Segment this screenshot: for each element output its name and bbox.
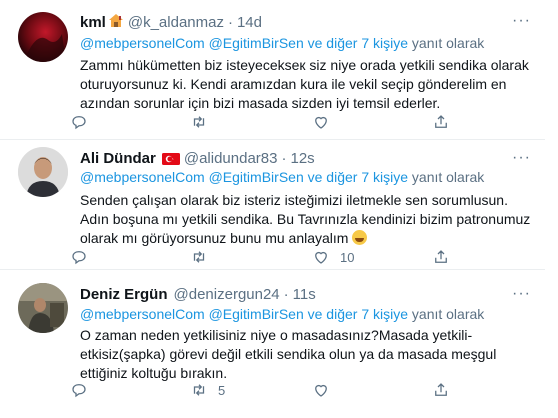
avatar[interactable] bbox=[18, 12, 68, 62]
like-button[interactable] bbox=[312, 381, 340, 399]
reply-icon bbox=[72, 384, 86, 398]
action-bar: 5 bbox=[70, 381, 490, 401]
reply-context: @mebpersonelCom @EgitimBirSen ve diğer 7… bbox=[80, 306, 484, 322]
share-button[interactable] bbox=[432, 248, 450, 266]
display-name[interactable]: kml bbox=[80, 14, 106, 31]
avatar-image bbox=[18, 147, 68, 197]
more-icon[interactable]: ··· bbox=[512, 285, 531, 303]
reply-mentions[interactable]: @mebpersonelCom @EgitimBirSen bbox=[80, 306, 304, 322]
reply-mentions[interactable]: @mebpersonelCom @EgitimBirSen bbox=[80, 169, 304, 185]
retweet-icon bbox=[193, 116, 205, 128]
grinning-emoji-icon bbox=[352, 230, 368, 245]
share-button[interactable] bbox=[432, 381, 450, 399]
timestamp[interactable]: 11s bbox=[293, 286, 316, 303]
handle[interactable]: @k_aldanmaz bbox=[128, 14, 224, 31]
retweet-button[interactable] bbox=[190, 248, 218, 266]
handle[interactable]: @denizergun24 bbox=[174, 286, 280, 303]
display-name[interactable]: Deniz Ergün bbox=[80, 286, 168, 303]
share-button[interactable] bbox=[432, 113, 450, 131]
tweet-header: Deniz Ergün @denizergun24 · 11s bbox=[80, 286, 316, 303]
tweet-2[interactable]: Ali Dündar @alidundar83 · 12s ··· @mebpe… bbox=[0, 140, 545, 270]
turkey-flag-icon bbox=[161, 152, 180, 165]
tweet-header: Ali Dündar @alidundar83 · 12s bbox=[80, 150, 315, 167]
separator-dot: · bbox=[227, 14, 233, 31]
like-count: 10 bbox=[340, 249, 355, 265]
handle[interactable]: @alidundar83 bbox=[184, 150, 278, 167]
reply-context: @mebpersonelCom @EgitimBirSen ve diğer 7… bbox=[80, 169, 484, 185]
separator-dot: · bbox=[281, 150, 287, 167]
tweet-header: kml @k_aldanmaz · 14d bbox=[80, 13, 262, 32]
reply-button[interactable] bbox=[70, 381, 88, 399]
more-icon[interactable]: ··· bbox=[512, 12, 531, 30]
avatar[interactable] bbox=[18, 147, 68, 197]
share-icon bbox=[435, 115, 447, 128]
display-name[interactable]: Ali Dündar bbox=[80, 150, 156, 167]
reply-context: @mebpersonelCom @EgitimBirSen ve diğer 7… bbox=[80, 35, 484, 51]
tweet-3[interactable]: Deniz Ergün @denizergun24 · 11s ··· @meb… bbox=[0, 270, 545, 418]
retweet-button[interactable]: 5 bbox=[190, 381, 225, 399]
retweet-button[interactable] bbox=[190, 113, 218, 131]
avatar[interactable] bbox=[18, 283, 68, 333]
reply-others[interactable]: ve diğer 7 kişiye bbox=[304, 306, 408, 322]
reply-suffix: yanıt olarak bbox=[408, 35, 485, 51]
retweet-icon bbox=[193, 384, 205, 396]
reply-suffix: yanıt olarak bbox=[408, 169, 485, 185]
like-icon bbox=[315, 116, 327, 129]
retweet-count: 5 bbox=[218, 382, 226, 398]
share-icon bbox=[435, 250, 447, 263]
tweet-text: Zammı hükümetten biz isteyecekseк siz ni… bbox=[80, 57, 529, 111]
retweet-icon bbox=[193, 251, 205, 263]
avatar-image bbox=[18, 283, 68, 333]
like-icon bbox=[315, 251, 327, 264]
reply-suffix: yanıt olarak bbox=[408, 306, 485, 322]
tweet-1[interactable]: kml @k_aldanmaz · 14d ··· @mebpersonelCo… bbox=[0, 0, 545, 140]
like-button[interactable]: 10 bbox=[312, 248, 354, 266]
reply-others[interactable]: ve diğer 7 kişiye bbox=[304, 169, 408, 185]
like-button[interactable] bbox=[312, 113, 340, 131]
timestamp[interactable]: 12s bbox=[290, 150, 314, 167]
reply-icon bbox=[72, 116, 86, 130]
house-emoji-icon bbox=[108, 13, 124, 32]
reply-mentions[interactable]: @mebpersonelCom @EgitimBirSen bbox=[80, 35, 304, 51]
reply-icon bbox=[72, 251, 86, 265]
tweet-text: O zaman neden yetkilisiniz niye o masada… bbox=[80, 327, 497, 381]
like-icon bbox=[315, 384, 327, 397]
action-bar bbox=[70, 113, 490, 133]
share-icon bbox=[435, 383, 447, 396]
reply-button[interactable] bbox=[70, 113, 88, 131]
more-icon[interactable]: ··· bbox=[512, 149, 531, 167]
tweet-text-content: Senden çalışan olarak biz isteriz isteği… bbox=[80, 192, 531, 246]
timestamp[interactable]: 14d bbox=[237, 14, 262, 31]
tweet-text: Senden çalışan olarak biz isteriz isteği… bbox=[80, 191, 535, 248]
separator-dot: · bbox=[283, 286, 289, 303]
action-bar: 10 bbox=[70, 248, 490, 268]
avatar-image bbox=[24, 34, 66, 62]
reply-others[interactable]: ve diğer 7 kişiye bbox=[304, 35, 408, 51]
reply-button[interactable] bbox=[70, 248, 88, 266]
